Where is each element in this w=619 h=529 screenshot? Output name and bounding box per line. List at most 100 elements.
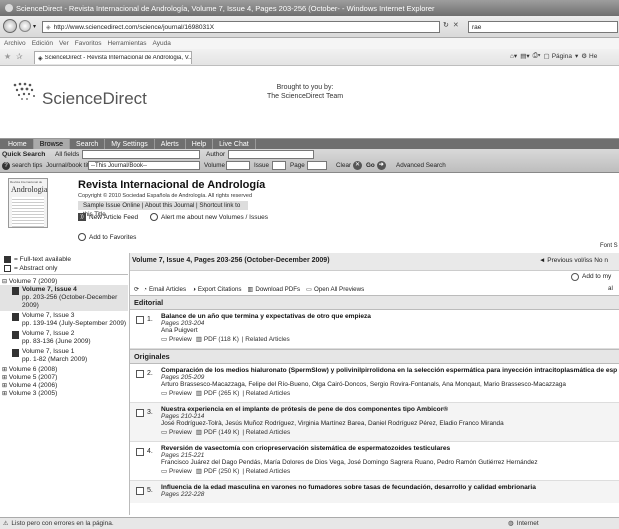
issue-item[interactable]: Volume 7, Issue 2 pp. 83-136 (June 2009): [0, 329, 128, 347]
open-all-previews-button[interactable]: Open All Previews: [314, 286, 364, 293]
volume-node[interactable]: ⊞ Volume 4 (2006): [0, 381, 128, 389]
volume-7-node[interactable]: ⊟ Volume 7 (2009): [0, 275, 128, 285]
pdf-link[interactable]: PDF (250 K): [204, 468, 240, 475]
toolbar-right-link[interactable]: al: [608, 285, 613, 292]
preview-link[interactable]: Preview: [169, 390, 192, 397]
volume-label[interactable]: Volume 3 (2005): [9, 390, 57, 397]
article-title[interactable]: Comparación de los medios hialuronato (S…: [161, 367, 617, 374]
browser-tab[interactable]: ◈ ScienceDirect - Revista Internacional …: [34, 51, 192, 64]
feeds-icon[interactable]: ▤▾: [520, 52, 529, 60]
volume-node[interactable]: ⊞ Volume 5 (2007): [0, 373, 128, 381]
tools-menu[interactable]: He: [589, 53, 597, 60]
author-input[interactable]: [228, 150, 314, 159]
back-button-icon[interactable]: [3, 19, 17, 33]
article-title[interactable]: Influencia de la edad masculina en varon…: [161, 484, 536, 491]
volume-label[interactable]: Volume 4 (2006): [9, 382, 57, 389]
preview-link[interactable]: Preview: [169, 429, 192, 436]
related-articles-link[interactable]: | Related Articles: [242, 390, 290, 397]
prev-next-links[interactable]: ◄ Previous vol/iss No n: [539, 257, 608, 264]
toolbar-arrows-icon[interactable]: ⟳: [134, 286, 139, 293]
volume-node[interactable]: ⊞ Volume 3 (2005): [0, 389, 128, 397]
article-title[interactable]: Balance de un año que termina y expectat…: [161, 313, 371, 320]
expand-icon[interactable]: ⊞: [2, 367, 7, 373]
article-checkbox[interactable]: [136, 487, 144, 495]
add-to-my-link[interactable]: Add to my: [582, 273, 611, 280]
all-fields-input[interactable]: [82, 150, 200, 159]
nav-live-chat[interactable]: Live Chat: [213, 138, 256, 150]
menu-herramientas[interactable]: Herramientas: [108, 40, 147, 47]
nav-alerts[interactable]: Alerts: [155, 138, 186, 150]
article-checkbox[interactable]: [136, 316, 144, 324]
search-input[interactable]: rae: [468, 21, 618, 33]
export-citations-button[interactable]: Export Citations: [198, 286, 242, 293]
stop-icon[interactable]: ✕: [453, 21, 459, 29]
nav-my-settings[interactable]: My Settings: [105, 138, 155, 150]
menu-edicion[interactable]: Edición: [32, 40, 53, 47]
menu-favoritos[interactable]: Favoritos: [75, 40, 102, 47]
article-checkbox[interactable]: [136, 370, 144, 378]
tools-menu-icon[interactable]: ⚙: [581, 52, 587, 60]
pdf-link[interactable]: PDF (265 K): [204, 390, 240, 397]
nav-browse[interactable]: Browse: [33, 138, 71, 150]
pdf-link[interactable]: PDF (149 K): [204, 429, 240, 436]
add-favorites-icon[interactable]: ✰: [16, 52, 23, 61]
refresh-icon[interactable]: ↻: [443, 21, 449, 29]
menu-archivo[interactable]: Archivo: [4, 40, 26, 47]
address-input[interactable]: ◈ http://www.sciencedirect.com/science/j…: [42, 21, 440, 33]
preview-link[interactable]: Preview: [169, 336, 192, 343]
advanced-search-link[interactable]: Advanced Search: [396, 162, 446, 169]
clear-button[interactable]: Clear ✕: [336, 161, 363, 170]
related-articles-link[interactable]: | Related Articles: [242, 336, 290, 343]
nav-search[interactable]: Search: [70, 138, 106, 150]
expand-icon[interactable]: ⊞: [2, 383, 7, 389]
related-articles-link[interactable]: | Related Articles: [242, 468, 290, 475]
forward-button-icon[interactable]: [19, 20, 31, 32]
preview-link[interactable]: Preview: [169, 468, 192, 475]
issue-item[interactable]: Volume 7, Issue 4 pp. 203-256 (October-De…: [0, 285, 128, 311]
volume-label[interactable]: Volume 6 (2008): [9, 366, 57, 373]
warning-icon[interactable]: ⚠: [3, 520, 8, 527]
home-icon[interactable]: ⌂▾: [510, 52, 517, 60]
sciencedirect-logo-icon[interactable]: [12, 81, 40, 103]
nav-help[interactable]: Help: [186, 138, 214, 150]
issue-pages: pp. 139-194 (July-September 2009): [22, 320, 127, 327]
journal-cover-image[interactable]: Revista Internacional de Andrologia: [8, 178, 48, 228]
help-icon[interactable]: ?: [2, 162, 10, 170]
email-articles-button[interactable]: Email Articles: [149, 286, 186, 293]
alert-me-link[interactable]: Alert me about new Volumes / Issues: [150, 213, 268, 221]
article-checkbox[interactable]: [136, 448, 144, 456]
volume-node[interactable]: ⊞ Volume 6 (2008): [0, 365, 128, 373]
go-button[interactable]: Go ➜: [366, 161, 386, 170]
volume-input[interactable]: [226, 161, 250, 170]
issue-input[interactable]: [272, 161, 286, 170]
volume-7-label[interactable]: Volume 7 (2009): [9, 278, 57, 285]
article-checkbox[interactable]: [136, 409, 144, 417]
download-pdfs-button[interactable]: Download PDFs: [255, 286, 300, 293]
issue-item[interactable]: Volume 7, Issue 3 pp. 139-194 (July-Septe…: [0, 311, 128, 329]
menu-ver[interactable]: Ver: [59, 40, 69, 47]
article-title[interactable]: Reversión de vasectomía con criopreserva…: [161, 445, 538, 452]
expand-icon[interactable]: ⊞: [2, 375, 7, 381]
add-to-favorites[interactable]: Add to Favorites: [78, 233, 136, 241]
journal-title-select[interactable]: --This Journal/Book--: [88, 161, 200, 170]
issue-item[interactable]: Volume 7, Issue 1 pp. 1-82 (March 2009): [0, 347, 128, 365]
nav-home[interactable]: Home: [0, 138, 34, 150]
collapse-icon[interactable]: ⊟: [2, 279, 7, 285]
related-articles-link[interactable]: | Related Articles: [242, 429, 290, 436]
page-menu[interactable]: Página: [552, 53, 572, 60]
search-tips-link[interactable]: search tips: [12, 162, 42, 169]
volume-label[interactable]: Volume 5 (2007): [9, 374, 57, 381]
page-menu-icon[interactable]: ▢: [544, 52, 550, 60]
expand-icon[interactable]: ⊞: [2, 391, 7, 397]
page-input[interactable]: [307, 161, 327, 170]
article-title[interactable]: Nuestra experiencia en el implante de pr…: [161, 406, 504, 413]
new-article-feed[interactable]: )) New Article Feed: [78, 213, 138, 221]
print-icon[interactable]: ⎙▾: [533, 52, 541, 60]
dropdown-icon[interactable]: ▾: [33, 23, 36, 30]
favorites-star-icon[interactable]: ★: [4, 52, 11, 61]
pdf-link[interactable]: PDF (118 K): [204, 336, 239, 343]
font-size-control[interactable]: Font S: [600, 243, 618, 249]
add-icon[interactable]: [571, 273, 579, 281]
brand-name[interactable]: ScienceDirect: [42, 89, 147, 109]
menu-ayuda[interactable]: Ayuda: [153, 40, 171, 47]
